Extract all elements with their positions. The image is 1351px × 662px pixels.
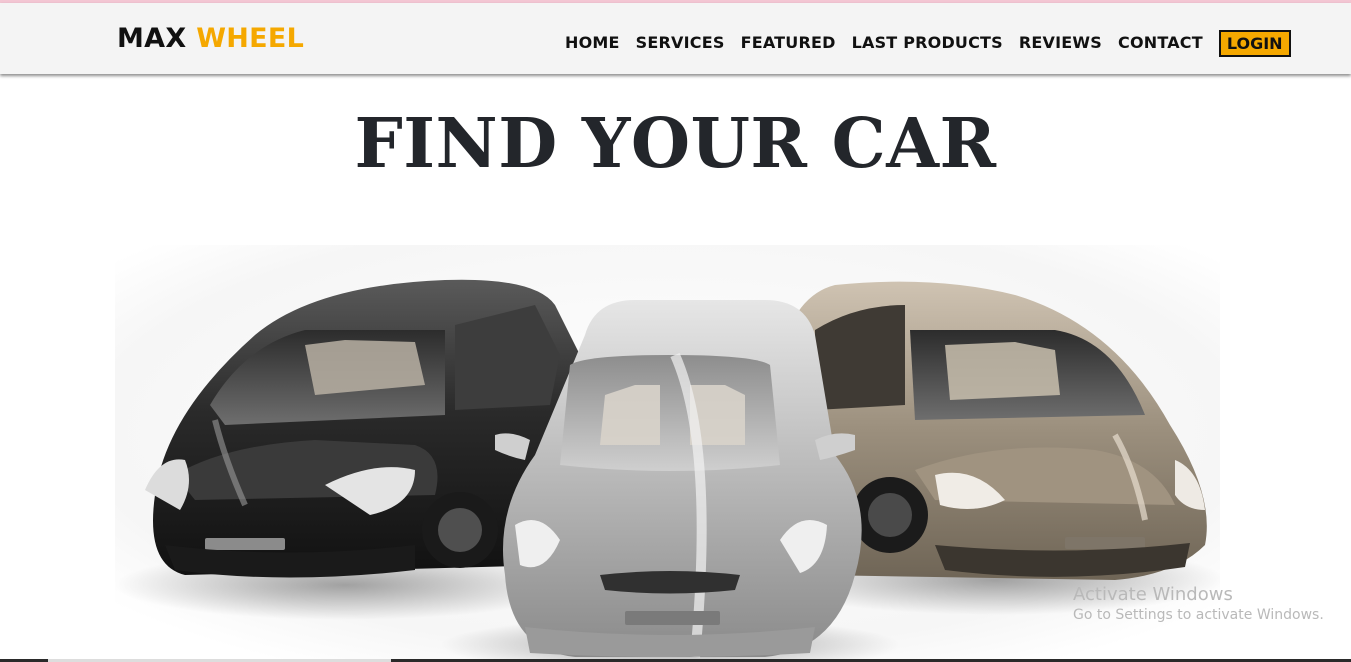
navbar: MAX WHEEL HOME SERVICES FEATURED LAST PR… (0, 3, 1351, 74)
main-nav: HOME SERVICES FEATURED LAST PRODUCTS REV… (565, 27, 1291, 57)
login-button[interactable]: LOGIN (1218, 30, 1291, 57)
hero-title: FIND YOUR CAR (354, 104, 997, 184)
hero-cars-image (115, 245, 1220, 662)
nav-link-services[interactable]: SERVICES (636, 33, 725, 52)
nav-link-reviews[interactable]: REVIEWS (1019, 33, 1102, 52)
site-logo[interactable]: MAX WHEEL (117, 23, 304, 54)
nav-link-contact[interactable]: CONTACT (1118, 33, 1203, 52)
logo-first-word: MAX (117, 23, 187, 54)
watermark-subtitle: Go to Settings to activate Windows. (1073, 607, 1324, 623)
windows-activation-watermark: Activate Windows Go to Settings to activ… (1073, 584, 1324, 623)
watermark-title: Activate Windows (1073, 584, 1233, 605)
logo-second-word: WHEEL (196, 23, 305, 54)
nav-link-featured[interactable]: FEATURED (741, 33, 836, 52)
nav-link-last-products[interactable]: LAST PRODUCTS (852, 33, 1003, 52)
nav-link-home[interactable]: HOME (565, 33, 620, 52)
